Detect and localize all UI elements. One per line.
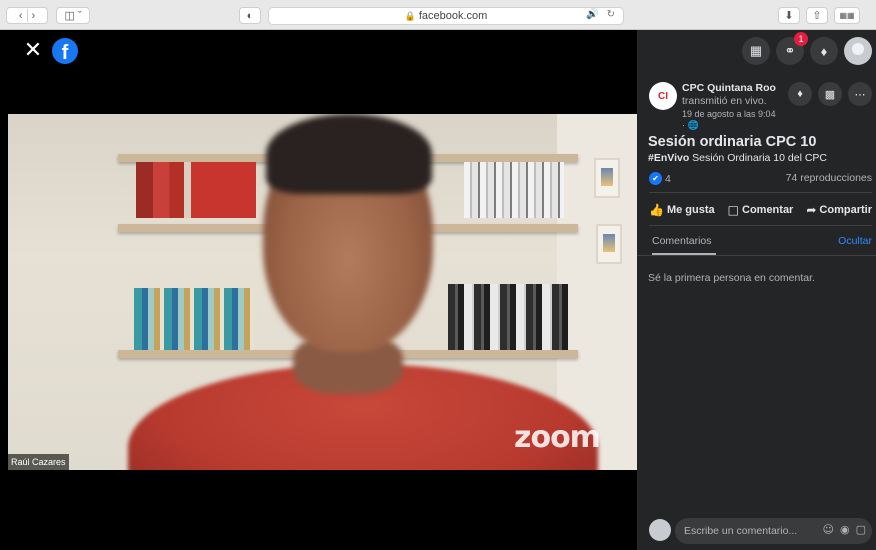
sticker-icon[interactable]: ▢ (856, 523, 866, 536)
camera-icon[interactable]: ◉ (840, 523, 850, 536)
video-description: #EnVivo Sesión Ordinaria 10 del CPC (648, 152, 827, 164)
participant-name-tag: Raúl Cazares (8, 454, 69, 470)
sidebar-toggle-button[interactable]: ◫ ˇ (56, 7, 90, 24)
url-text: facebook.com (418, 10, 488, 22)
hashtag-link[interactable]: #EnVivo (648, 152, 689, 164)
thumbs-up-icon: 👍 (649, 203, 664, 217)
view-count: 74 reproducciones (785, 172, 872, 184)
books (464, 162, 564, 218)
wall-picture (594, 158, 620, 198)
books (134, 288, 254, 350)
speaker-icon[interactable]: 🔊 (586, 9, 598, 20)
menu-grid-icon[interactable]: ▦ (742, 37, 770, 65)
more-options-icon[interactable]: ⋯ (848, 82, 872, 106)
divider (649, 192, 872, 193)
books (448, 284, 568, 350)
share-arrow-icon: ➦ (806, 203, 817, 217)
browser-toolbar: ‹ › ◫ ˇ ◐ 🔒 facebook.com 🔊 ↻ ⬇ ⇧ ▦▦ (0, 0, 876, 30)
share-icon: ⇧ (812, 10, 822, 22)
live-video-sidebar: ▦ ⚭ 1 ♦ CI CPC Quintana Roo transmitió e… (637, 30, 876, 550)
notification-badge: 1 (794, 32, 808, 46)
privacy-shield-icon: ◐ (246, 9, 254, 22)
lock-icon: 🔒 (404, 10, 416, 21)
save-icon[interactable]: ▩ (818, 82, 842, 106)
facebook-logo[interactable]: f (52, 38, 78, 64)
comment-button[interactable]: □ Comentar (728, 200, 794, 220)
emoji-icon[interactable]: ☺ (823, 523, 834, 536)
person-hair (266, 114, 432, 194)
profile-avatar[interactable] (844, 37, 872, 65)
top-nav-icons: ▦ ⚭ 1 ♦ (742, 32, 872, 65)
download-icon: ⬇ (784, 10, 794, 22)
video-title: Sesión ordinaria CPC 10 (648, 134, 817, 150)
share-label: Compartir (819, 204, 872, 216)
page-actions: ♦ ▩ ⋯ (788, 82, 872, 106)
reactions-row: ✔ 4 74 reproducciones (649, 172, 872, 188)
video-frame[interactable]: zoom Raúl Cazares (8, 114, 637, 470)
comment-input-icons: ☺ ◉ ▢ (823, 523, 866, 536)
privacy-button[interactable]: ◐ (239, 7, 261, 24)
wall-picture (596, 224, 622, 264)
page-subtitle: transmitió en vivo. (682, 95, 767, 107)
like-button[interactable]: 👍 Me gusta (649, 200, 715, 220)
empty-comments-message: Sé la primera persona en comentar. (648, 272, 815, 284)
download-button[interactable]: ⬇ (778, 7, 800, 24)
divider (649, 225, 872, 226)
page-name[interactable]: CPC Quintana Roo (682, 82, 776, 94)
tab-overview-button[interactable]: ▦▦ (834, 7, 860, 24)
messenger-icon[interactable]: ⚭ 1 (776, 32, 808, 65)
address-bar[interactable]: 🔒 facebook.com 🔊 ↻ (268, 7, 624, 25)
share-post-button[interactable]: ➦ Compartir (806, 200, 872, 220)
back-forward-buttons[interactable]: ‹ › (6, 7, 48, 24)
bell-icon[interactable]: ♦ (788, 82, 812, 106)
books (136, 162, 256, 218)
notifications-bell-icon[interactable]: ♦ (810, 37, 838, 65)
public-globe-icon: · 🌐 (682, 120, 699, 130)
comments-tabs: Comentarios Ocultar (637, 230, 876, 256)
zoom-watermark: zoom (514, 420, 601, 455)
like-label: Me gusta (666, 204, 715, 216)
close-icon[interactable]: ✕ (22, 38, 44, 64)
like-reaction-icon: ✔ (649, 172, 662, 185)
sidebar-icon: ◫ ˇ (64, 10, 82, 22)
post-timestamp[interactable]: 19 de agosto a las 9:04 (682, 109, 776, 119)
reaction-count[interactable]: 4 (665, 173, 671, 185)
chevron-left-icon[interactable]: ‹ (15, 10, 27, 22)
chevron-right-icon[interactable]: › (28, 10, 40, 22)
comment-bubble-icon: □ (727, 203, 739, 217)
post-actions: 👍 Me gusta □ Comentar ➦ Compartir (649, 200, 872, 220)
share-button[interactable]: ⇧ (806, 7, 828, 24)
user-avatar (649, 519, 671, 541)
tab-comments[interactable]: Comentarios (652, 235, 716, 255)
hide-comments-link[interactable]: Ocultar (838, 235, 872, 247)
tab-overview-icon: ▦▦ (839, 11, 855, 20)
reload-icon[interactable]: ↻ (607, 9, 615, 20)
page-avatar[interactable]: CI (649, 82, 677, 110)
description-text: Sesión Ordinaria 10 del CPC (689, 152, 827, 164)
page-header: CI CPC Quintana Roo transmitió en vivo. … (649, 80, 872, 140)
comment-composer: ☺ ◉ ▢ (649, 518, 872, 544)
video-player[interactable]: ✕ f zoom Raúl Cazares (0, 30, 637, 550)
comment-label: Comentar (742, 204, 794, 216)
